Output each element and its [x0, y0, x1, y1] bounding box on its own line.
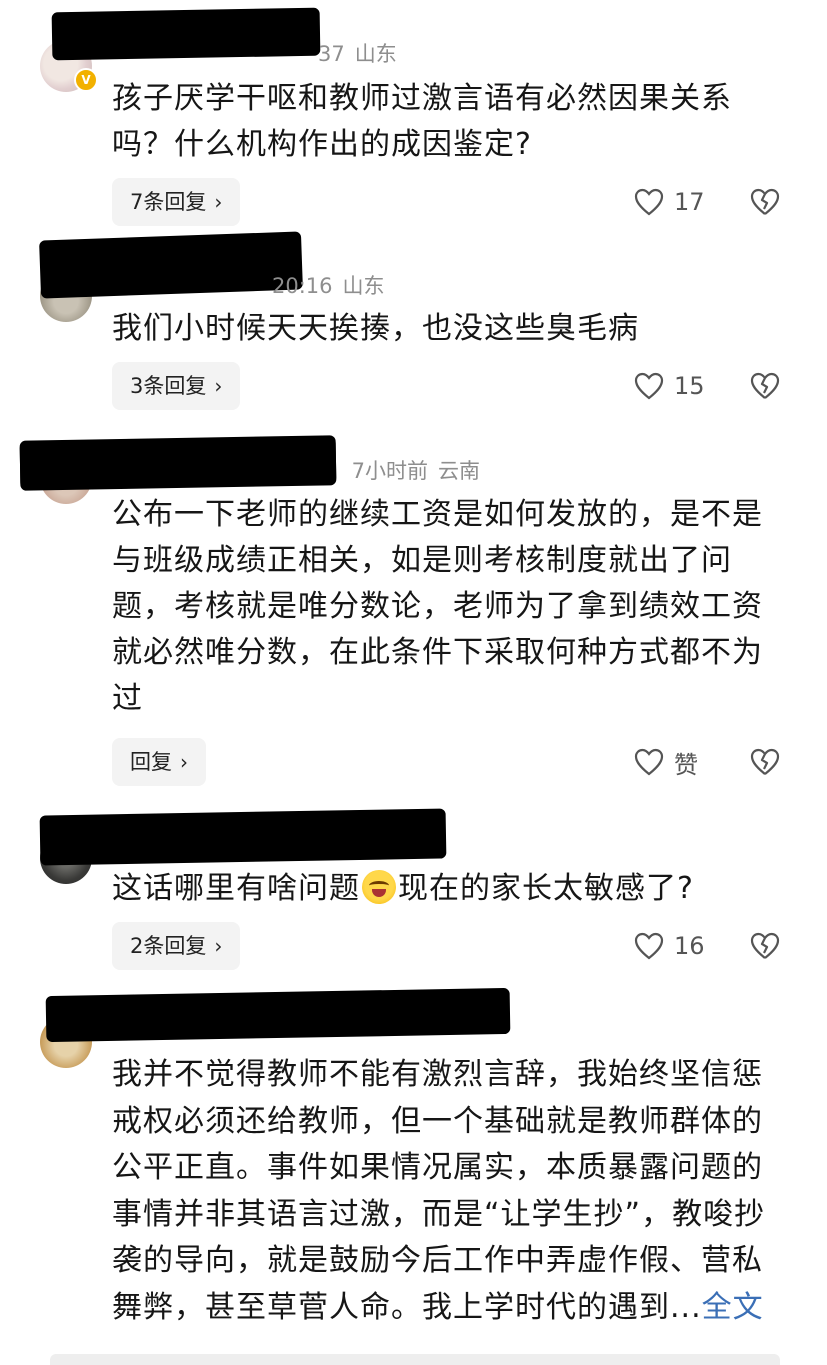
comment-text-body: 我并不觉得教师不能有激烈言辞，我始终坚信惩戒权必须还给教师，但一个基础就是教师群… — [112, 1057, 766, 1325]
dislike-button[interactable] — [750, 922, 780, 970]
broken-heart-icon — [750, 748, 780, 775]
comment-location: 云南 — [437, 459, 480, 483]
redacted-username — [39, 231, 303, 299]
comment-time: 7小时前 — [351, 459, 428, 483]
heart-outline-icon — [634, 932, 664, 960]
heart-outline-icon — [634, 372, 664, 400]
like-button[interactable]: 16 — [634, 922, 705, 970]
like-button[interactable]: 17 — [634, 178, 705, 226]
dislike-button[interactable] — [750, 362, 780, 410]
redacted-username — [45, 987, 511, 1043]
redacted-username — [39, 808, 447, 866]
broken-heart-icon — [750, 188, 780, 215]
comment-time: 20:16 — [272, 274, 333, 298]
chevron-right-icon: › — [214, 374, 223, 398]
chevron-right-icon: › — [180, 750, 188, 774]
view-replies-button[interactable]: 7条回复 › — [112, 178, 241, 226]
reply-button[interactable]: 回复 › — [112, 738, 206, 786]
like-count: 17 — [674, 188, 705, 216]
broken-heart-icon — [750, 932, 780, 959]
comment-text: 公布一下老师的继续工资是如何发放的，是不是与班级成绩正相关，如是则考核制度就出了… — [112, 497, 763, 716]
like-button[interactable]: 15 — [634, 362, 705, 410]
reply-label: 2条回复 — [130, 934, 207, 958]
comment-text: 孩子厌学干呕和教师过激言语有必然因果关系吗？什么机构作出的成因鉴定? — [112, 81, 732, 162]
next-item-edge — [50, 1354, 780, 1365]
comment-meta: 37 山东 — [318, 38, 397, 68]
comment-text: 我们小时候天天挨揍，也没这些臭毛病 — [112, 311, 639, 346]
like-count: 15 — [674, 372, 705, 400]
comment-text-part: 现在的家长太敏感了? — [398, 871, 694, 906]
comment-text: 这话哪里有啥问题 现在的家长太敏感了? — [112, 866, 792, 912]
reply-label: 7条回复 — [130, 190, 207, 214]
comment-location: 山东 — [354, 42, 397, 66]
redacted-username — [51, 7, 321, 61]
chevron-right-icon: › — [214, 934, 223, 958]
like-button[interactable]: 赞 — [634, 738, 698, 786]
comment-time: 37 — [318, 42, 345, 66]
dislike-button[interactable] — [750, 738, 780, 786]
reply-label: 3条回复 — [130, 374, 207, 398]
broken-heart-icon — [750, 372, 780, 399]
full-text-link[interactable]: 全文 — [702, 1290, 764, 1325]
view-replies-button[interactable]: 2条回复 › — [112, 922, 241, 970]
redacted-username — [19, 437, 337, 489]
chevron-right-icon: › — [214, 190, 223, 214]
verified-badge-icon: V — [74, 68, 98, 92]
like-count: 赞 — [674, 750, 698, 779]
reply-label: 回复 — [130, 750, 172, 774]
dislike-button[interactable] — [750, 178, 780, 226]
comment-location: 山东 — [342, 274, 385, 298]
heart-outline-icon — [634, 188, 664, 216]
comment-meta: 20:16 山东 — [272, 270, 385, 300]
like-count: 16 — [674, 932, 705, 960]
heart-outline-icon — [634, 748, 664, 776]
comment-text: 我并不觉得教师不能有激烈言辞，我始终坚信惩戒权必须还给教师，但一个基础就是教师群… — [112, 1052, 792, 1331]
view-replies-button[interactable]: 3条回复 › — [112, 362, 241, 410]
crying-laughing-face-icon — [362, 870, 396, 904]
comment-text-part: 这话哪里有啥问题 — [112, 871, 360, 906]
